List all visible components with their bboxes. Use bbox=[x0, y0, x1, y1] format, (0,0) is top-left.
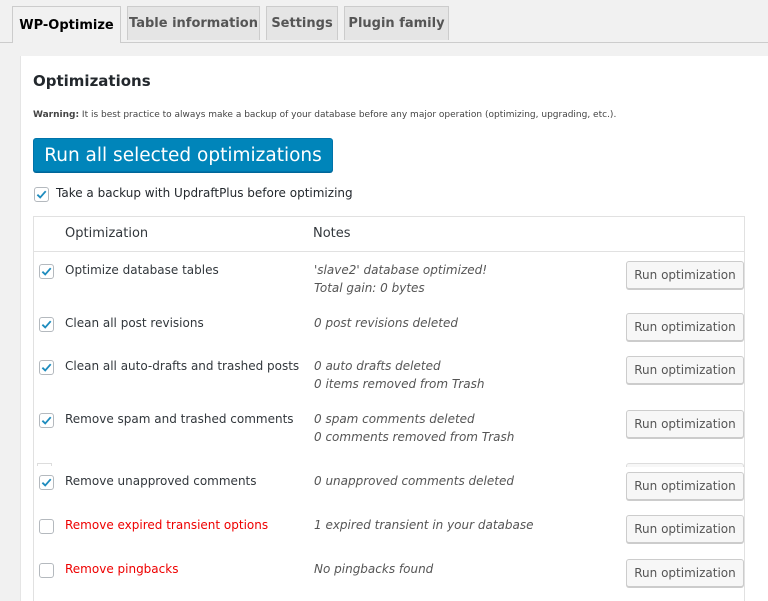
tab-wp-optimize[interactable]: WP-Optimize bbox=[12, 6, 121, 43]
header-divider bbox=[33, 251, 745, 252]
checkbox-auto-drafts[interactable] bbox=[39, 360, 54, 375]
row-label-post-revisions: Clean all post revisions bbox=[65, 316, 204, 330]
tab-plugin-family[interactable]: Plugin family bbox=[344, 6, 449, 40]
note-line: 0 auto drafts deleted bbox=[314, 359, 441, 373]
header-notes: Notes bbox=[313, 226, 351, 241]
note-line: No pingbacks found bbox=[314, 562, 434, 576]
tab-bar: WP-Optimize Table information Settings P… bbox=[0, 0, 768, 43]
check-icon bbox=[41, 320, 52, 329]
backup-label: Take a backup with UpdraftPlus before op… bbox=[56, 186, 353, 200]
checkbox-unapproved-comments[interactable] bbox=[39, 475, 54, 490]
note-line: 0 comments removed from Trash bbox=[314, 430, 515, 444]
row-label-pingbacks: Remove pingbacks bbox=[65, 562, 179, 576]
row-label-optimize-tables: Optimize database tables bbox=[65, 263, 219, 277]
run-optimization-button[interactable]: Run optimization bbox=[626, 472, 744, 500]
row-label-spam-comments: Remove spam and trashed comments bbox=[65, 412, 294, 426]
header-optimization: Optimization bbox=[65, 226, 149, 241]
backup-checkbox[interactable] bbox=[34, 187, 49, 202]
run-all-button[interactable]: Run all selected optimizations bbox=[33, 138, 333, 172]
check-icon bbox=[41, 363, 52, 372]
note-line: 1 expired transient in your database bbox=[314, 518, 534, 532]
check-icon bbox=[41, 267, 52, 276]
checkbox-spam-comments[interactable] bbox=[39, 413, 54, 428]
row-label-auto-drafts: Clean all auto-drafts and trashed posts bbox=[65, 359, 300, 373]
checkbox-expired-transients[interactable] bbox=[39, 519, 54, 534]
warning-text: Warning: It is best practice to always m… bbox=[33, 110, 616, 120]
note-line: 0 spam comments deleted bbox=[314, 412, 475, 426]
note-line: 0 unapproved comments deleted bbox=[314, 474, 514, 488]
run-optimization-button[interactable]: Run optimization bbox=[626, 515, 744, 543]
run-optimization-button[interactable]: Run optimization bbox=[626, 410, 744, 438]
run-optimization-button[interactable]: Run optimization bbox=[626, 261, 744, 289]
note-line: 0 post revisions deleted bbox=[314, 316, 458, 330]
check-icon bbox=[41, 478, 52, 487]
check-icon bbox=[41, 416, 52, 425]
checkbox-optimize-tables[interactable] bbox=[39, 264, 54, 279]
warning-label: Warning: bbox=[33, 110, 80, 120]
hidden-row-button bbox=[626, 463, 744, 467]
optimizations-panel: Optimizations Warning: It is best practi… bbox=[20, 56, 768, 601]
run-optimization-button[interactable]: Run optimization bbox=[626, 356, 744, 384]
row-label-expired-transients: Remove expired transient options bbox=[65, 518, 269, 532]
note-line: 'slave2' database optimized! bbox=[314, 263, 488, 277]
checkbox-pingbacks[interactable] bbox=[39, 563, 54, 578]
check-icon bbox=[36, 190, 47, 199]
tab-table-information[interactable]: Table information bbox=[127, 6, 260, 40]
section-title: Optimizations bbox=[33, 72, 151, 90]
checkbox-post-revisions[interactable] bbox=[39, 317, 54, 332]
row-label-unapproved-comments: Remove unapproved comments bbox=[65, 474, 257, 488]
warning-message: It is best practice to always make a bac… bbox=[79, 110, 617, 120]
note-line: 0 items removed from Trash bbox=[314, 377, 485, 391]
run-optimization-button[interactable]: Run optimization bbox=[626, 313, 744, 341]
note-line: Total gain: 0 bytes bbox=[314, 281, 425, 295]
run-optimization-button[interactable]: Run optimization bbox=[626, 559, 744, 587]
tab-settings[interactable]: Settings bbox=[266, 6, 338, 40]
hidden-row-checkbox bbox=[37, 463, 52, 466]
